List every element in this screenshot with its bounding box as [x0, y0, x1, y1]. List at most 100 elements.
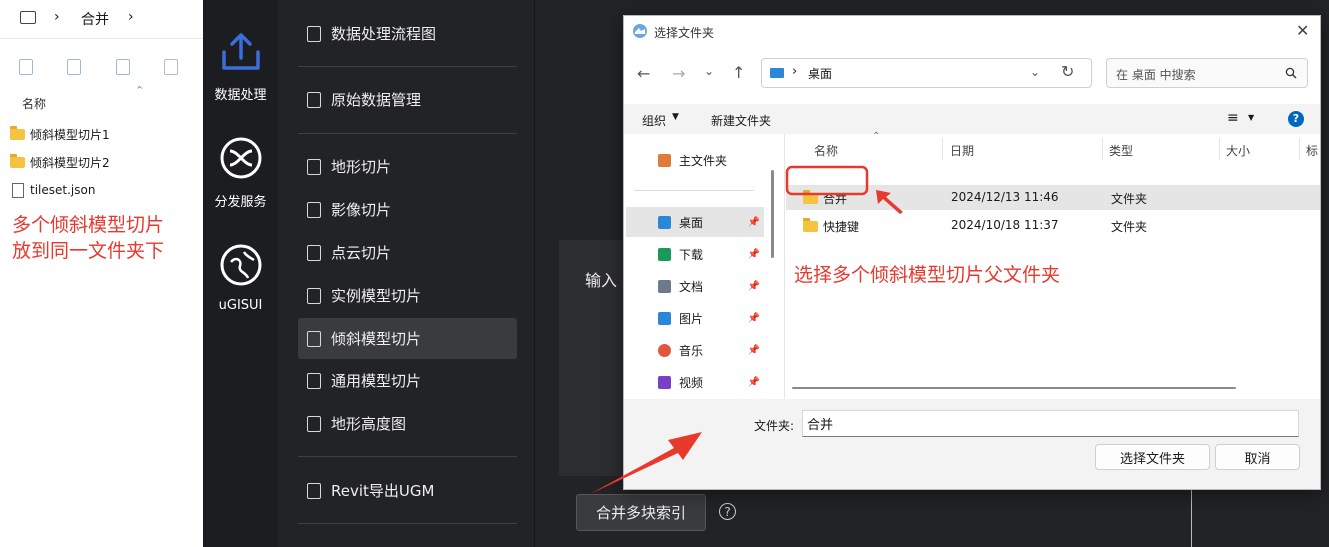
menu-label: 地形切片 [331, 158, 392, 176]
organize-button[interactable]: 组织 [642, 112, 666, 129]
list-item[interactable]: 倾斜模型切片2 [10, 150, 110, 174]
forward-arrow-icon[interactable]: → [672, 64, 685, 83]
menu-item-imagery[interactable]: 影像切片 [298, 189, 517, 230]
up-arrow-icon[interactable]: ↑ [732, 63, 745, 82]
file-explorer: › 合并 › ⌃ 名称 倾斜模型切片1 倾斜模型切片2 tileset.json… [0, 0, 203, 547]
nav-item-downloads[interactable]: 下载 📌 [626, 239, 764, 269]
select-folder-button[interactable]: 选择文件夹 [1095, 444, 1210, 470]
table-row[interactable]: 合并 2024/12/13 11:46 文件夹 [786, 185, 1320, 210]
select-folder-dialog: 选择文件夹 ✕ ← → ⌄ ↑ › 桌面 ⌄ ↻ 在 桌面 中搜索 组织 ▼ 新… [623, 15, 1321, 490]
computer-icon[interactable] [20, 11, 36, 24]
column-header-tag[interactable]: 标 [1306, 142, 1318, 159]
column-header-name[interactable]: 名称 [22, 95, 46, 112]
input-label: 输入 [585, 271, 618, 290]
copy-icon[interactable] [19, 59, 33, 75]
address-dropdown-icon[interactable]: ⌄ [1030, 65, 1040, 79]
search-placeholder: 在 桌面 中搜索 [1116, 68, 1196, 82]
column-header-size[interactable]: 大小 [1226, 142, 1250, 159]
refresh-icon[interactable]: ↻ [1061, 62, 1074, 81]
menu-label: 实例模型切片 [331, 287, 422, 305]
menu-label: 原始数据管理 [331, 91, 422, 109]
rail-label: uGISUI [218, 298, 263, 313]
new-folder-button[interactable]: 新建文件夹 [711, 112, 771, 129]
pointcloud-icon [307, 244, 321, 261]
menu-item-flowchart[interactable]: 数据处理流程图 [298, 13, 517, 54]
merge-index-button[interactable]: 合并多块索引 [576, 494, 706, 531]
menu-item-general-model[interactable]: 通用模型切片 [298, 360, 517, 401]
rail-item-data-processing[interactable]: 数据处理 [203, 28, 278, 103]
organize-dropdown-icon[interactable]: ▼ [672, 112, 679, 122]
column-header-date[interactable]: 日期 [950, 142, 974, 159]
menu-item-terrain[interactable]: 地形切片 [298, 146, 517, 187]
divider [534, 0, 535, 547]
menu-label: 倾斜模型切片 [331, 330, 422, 348]
recent-dropdown-icon[interactable]: ⌄ [704, 64, 714, 78]
folder-name-input[interactable]: 合并 [802, 410, 1299, 437]
dialog-titlebar[interactable]: 选择文件夹 ✕ [624, 16, 1320, 48]
cube-icon [307, 372, 321, 389]
rename-icon[interactable] [67, 59, 81, 75]
menu-item-heightmap[interactable]: 地形高度图 [298, 403, 517, 444]
pin-icon[interactable]: 📌 [748, 313, 760, 324]
nav-item-home[interactable]: 主文件夹 [626, 145, 764, 175]
rail-label: 分发服务 [214, 195, 267, 210]
instance-model-icon [307, 287, 321, 304]
cancel-button[interactable]: 取消 [1215, 444, 1300, 470]
share-icon[interactable] [116, 59, 130, 75]
menu-item-oblique-model[interactable]: 倾斜模型切片 [298, 318, 517, 359]
revit-icon [307, 482, 321, 499]
menu-item-pointcloud[interactable]: 点云切片 [298, 232, 517, 273]
pin-icon[interactable]: 📌 [748, 345, 760, 356]
search-input[interactable]: 在 桌面 中搜索 [1106, 58, 1308, 88]
navigation-pane: 主文件夹 桌面 📌 下载 📌 文档 📌 图片 📌 音乐 📌 视频 📌 [624, 134, 785, 399]
list-item[interactable]: tileset.json [10, 178, 95, 202]
breadcrumb-current[interactable]: 合并 [81, 9, 109, 29]
row-name: 合并 [823, 192, 848, 206]
nav-item-desktop[interactable]: 桌面 📌 [626, 207, 764, 237]
scrollbar[interactable] [771, 170, 774, 258]
column-header-name[interactable]: 名称 [814, 142, 838, 159]
scrollbar[interactable] [792, 387, 1236, 389]
nav-item-music[interactable]: 音乐 📌 [626, 335, 764, 365]
download-icon [658, 247, 671, 261]
file-list: 名称 ⌃ 日期 类型 大小 标 合并 2024/12/13 11:46 文件夹 … [784, 131, 1320, 399]
view-options-icon[interactable]: ≡ [1227, 110, 1239, 126]
menu-label: 地形高度图 [331, 415, 407, 433]
video-icon [658, 375, 671, 389]
menu-item-instance-model[interactable]: 实例模型切片 [298, 275, 517, 316]
rail-item-ugisui[interactable]: uGISUI [203, 242, 278, 313]
nav-label: 主文件夹 [679, 153, 728, 168]
view-dropdown-icon[interactable]: ▼ [1248, 113, 1254, 122]
help-icon[interactable]: ? [719, 503, 736, 520]
list-item[interactable]: 倾斜模型切片1 [10, 122, 110, 146]
menu-item-revit-export[interactable]: Revit导出UGM [298, 470, 517, 511]
nav-item-pictures[interactable]: 图片 📌 [626, 303, 764, 333]
help-icon[interactable]: ? [1288, 111, 1304, 127]
file-name: 倾斜模型切片1 [30, 127, 110, 142]
delete-icon[interactable] [164, 59, 178, 75]
rail-item-distribution[interactable]: 分发服务 [203, 135, 278, 210]
address-separator: › [792, 64, 798, 79]
close-icon[interactable]: ✕ [1296, 21, 1309, 40]
oblique-model-icon [307, 330, 321, 347]
breadcrumb-chevron[interactable]: › [128, 9, 134, 25]
nav-item-documents[interactable]: 文档 📌 [626, 271, 764, 301]
menu-label: Revit导出UGM [331, 482, 435, 500]
divider [298, 456, 517, 457]
divider [1191, 488, 1192, 547]
pin-icon[interactable]: 📌 [748, 281, 760, 292]
nav-item-videos[interactable]: 视频 📌 [626, 367, 764, 397]
back-arrow-icon[interactable]: ← [637, 64, 650, 83]
nav-label: 音乐 [679, 343, 704, 358]
table-row[interactable]: 快捷键 2024/10/18 11:37 文件夹 [786, 213, 1320, 238]
menu-item-raw-data[interactable]: 原始数据管理 [298, 79, 517, 120]
folder-icon [803, 190, 818, 204]
pin-icon[interactable]: 📌 [748, 377, 760, 388]
address-bar[interactable]: › 桌面 ⌄ [761, 58, 1092, 88]
pin-icon[interactable]: 📌 [748, 249, 760, 260]
nav-label: 文档 [679, 279, 704, 294]
pin-icon[interactable]: 📌 [748, 217, 760, 228]
explorer-breadcrumb-bar: › 合并 › [0, 0, 203, 39]
column-header-type[interactable]: 类型 [1109, 142, 1133, 159]
globe-icon [220, 244, 261, 286]
